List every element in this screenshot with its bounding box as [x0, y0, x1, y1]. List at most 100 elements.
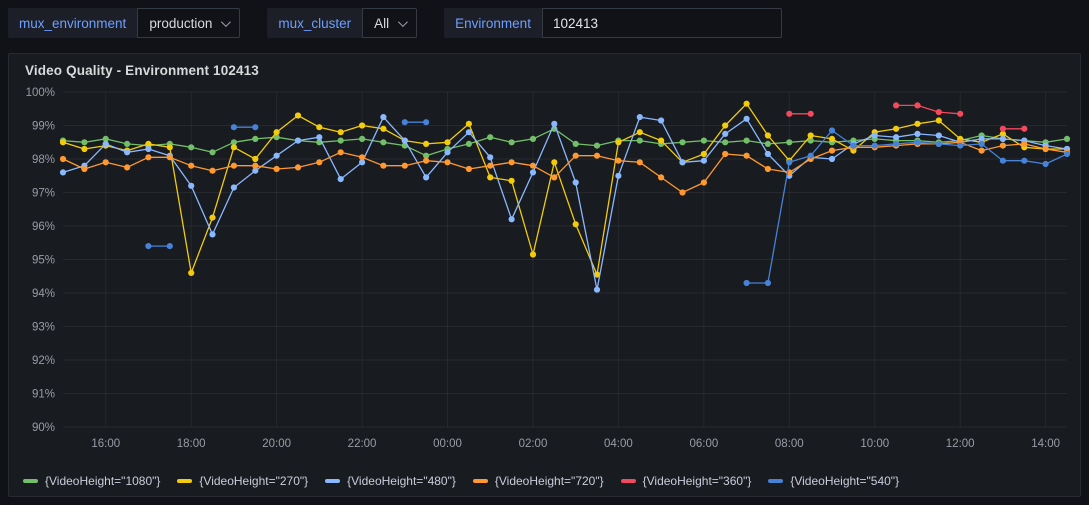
- data-point[interactable]: [551, 174, 557, 180]
- data-point[interactable]: [402, 163, 408, 169]
- data-point[interactable]: [209, 215, 215, 221]
- data-point[interactable]: [359, 136, 365, 142]
- data-point[interactable]: [1000, 143, 1006, 149]
- data-point[interactable]: [957, 143, 963, 149]
- legend-item-360[interactable]: {VideoHeight="360"}: [621, 474, 752, 488]
- data-point[interactable]: [231, 163, 237, 169]
- data-point[interactable]: [487, 163, 493, 169]
- data-point[interactable]: [637, 129, 643, 135]
- data-point[interactable]: [744, 280, 750, 286]
- data-point[interactable]: [167, 154, 173, 160]
- data-point[interactable]: [936, 132, 942, 138]
- data-point[interactable]: [316, 134, 322, 140]
- data-point[interactable]: [786, 159, 792, 165]
- data-point[interactable]: [829, 136, 835, 142]
- data-point[interactable]: [252, 156, 258, 162]
- data-point[interactable]: [829, 148, 835, 154]
- data-point[interactable]: [124, 164, 130, 170]
- data-point[interactable]: [808, 153, 814, 159]
- data-point[interactable]: [188, 144, 194, 150]
- data-point[interactable]: [1000, 126, 1006, 132]
- data-point[interactable]: [380, 114, 386, 120]
- data-point[interactable]: [637, 114, 643, 120]
- data-point[interactable]: [786, 111, 792, 117]
- data-point[interactable]: [81, 146, 87, 152]
- data-point[interactable]: [188, 183, 194, 189]
- data-point[interactable]: [658, 138, 664, 144]
- data-point[interactable]: [765, 132, 771, 138]
- variable-select-mux-cluster[interactable]: All: [362, 8, 417, 38]
- data-point[interactable]: [615, 173, 621, 179]
- data-point[interactable]: [423, 158, 429, 164]
- data-point[interactable]: [81, 166, 87, 172]
- data-point[interactable]: [402, 119, 408, 125]
- data-point[interactable]: [594, 287, 600, 293]
- data-point[interactable]: [380, 163, 386, 169]
- data-point[interactable]: [637, 159, 643, 165]
- timeseries-chart[interactable]: 100%99%98%97%96%95%94%93%92%91%90%16:001…: [9, 82, 1080, 472]
- data-point[interactable]: [231, 124, 237, 130]
- data-point[interactable]: [914, 102, 920, 108]
- data-point[interactable]: [487, 154, 493, 160]
- data-point[interactable]: [466, 141, 472, 147]
- data-point[interactable]: [615, 139, 621, 145]
- data-point[interactable]: [188, 163, 194, 169]
- data-point[interactable]: [615, 158, 621, 164]
- data-point[interactable]: [530, 169, 536, 175]
- data-point[interactable]: [658, 174, 664, 180]
- data-point[interactable]: [701, 179, 707, 185]
- data-point[interactable]: [744, 153, 750, 159]
- data-point[interactable]: [167, 144, 173, 150]
- data-point[interactable]: [124, 149, 130, 155]
- data-point[interactable]: [1043, 161, 1049, 167]
- data-point[interactable]: [444, 149, 450, 155]
- data-point[interactable]: [530, 251, 536, 257]
- data-point[interactable]: [1043, 146, 1049, 152]
- data-point[interactable]: [338, 176, 344, 182]
- variable-select-mux-environment[interactable]: production: [137, 8, 240, 38]
- data-point[interactable]: [893, 141, 899, 147]
- data-point[interactable]: [509, 178, 515, 184]
- data-point[interactable]: [338, 138, 344, 144]
- data-point[interactable]: [786, 139, 792, 145]
- data-point[interactable]: [1021, 158, 1027, 164]
- legend-item-480[interactable]: {VideoHeight="480"}: [325, 474, 456, 488]
- data-point[interactable]: [209, 168, 215, 174]
- data-point[interactable]: [530, 136, 536, 142]
- data-point[interactable]: [509, 139, 515, 145]
- data-point[interactable]: [530, 163, 536, 169]
- data-point[interactable]: [573, 221, 579, 227]
- data-point[interactable]: [103, 159, 109, 165]
- data-point[interactable]: [295, 164, 301, 170]
- data-point[interactable]: [1064, 136, 1070, 142]
- data-point[interactable]: [124, 141, 130, 147]
- data-point[interactable]: [167, 243, 173, 249]
- data-point[interactable]: [252, 124, 258, 130]
- data-point[interactable]: [1000, 136, 1006, 142]
- data-point[interactable]: [1064, 151, 1070, 157]
- data-point[interactable]: [893, 126, 899, 132]
- data-point[interactable]: [744, 116, 750, 122]
- data-point[interactable]: [872, 132, 878, 138]
- data-point[interactable]: [765, 141, 771, 147]
- panel-header[interactable]: Video Quality - Environment 102413: [9, 54, 1080, 82]
- data-point[interactable]: [765, 151, 771, 157]
- data-point[interactable]: [295, 112, 301, 118]
- data-point[interactable]: [893, 134, 899, 140]
- data-point[interactable]: [209, 149, 215, 155]
- data-point[interactable]: [1021, 141, 1027, 147]
- legend-item-1080[interactable]: {VideoHeight="1080"}: [23, 474, 160, 488]
- data-point[interactable]: [81, 139, 87, 145]
- data-point[interactable]: [744, 138, 750, 144]
- legend-item-540[interactable]: {VideoHeight="540"}: [768, 474, 899, 488]
- data-point[interactable]: [701, 151, 707, 157]
- data-point[interactable]: [423, 174, 429, 180]
- data-point[interactable]: [444, 159, 450, 165]
- data-point[interactable]: [872, 143, 878, 149]
- data-point[interactable]: [402, 138, 408, 144]
- data-point[interactable]: [466, 129, 472, 135]
- data-point[interactable]: [979, 148, 985, 154]
- data-point[interactable]: [914, 131, 920, 137]
- data-point[interactable]: [658, 117, 664, 123]
- data-point[interactable]: [893, 102, 899, 108]
